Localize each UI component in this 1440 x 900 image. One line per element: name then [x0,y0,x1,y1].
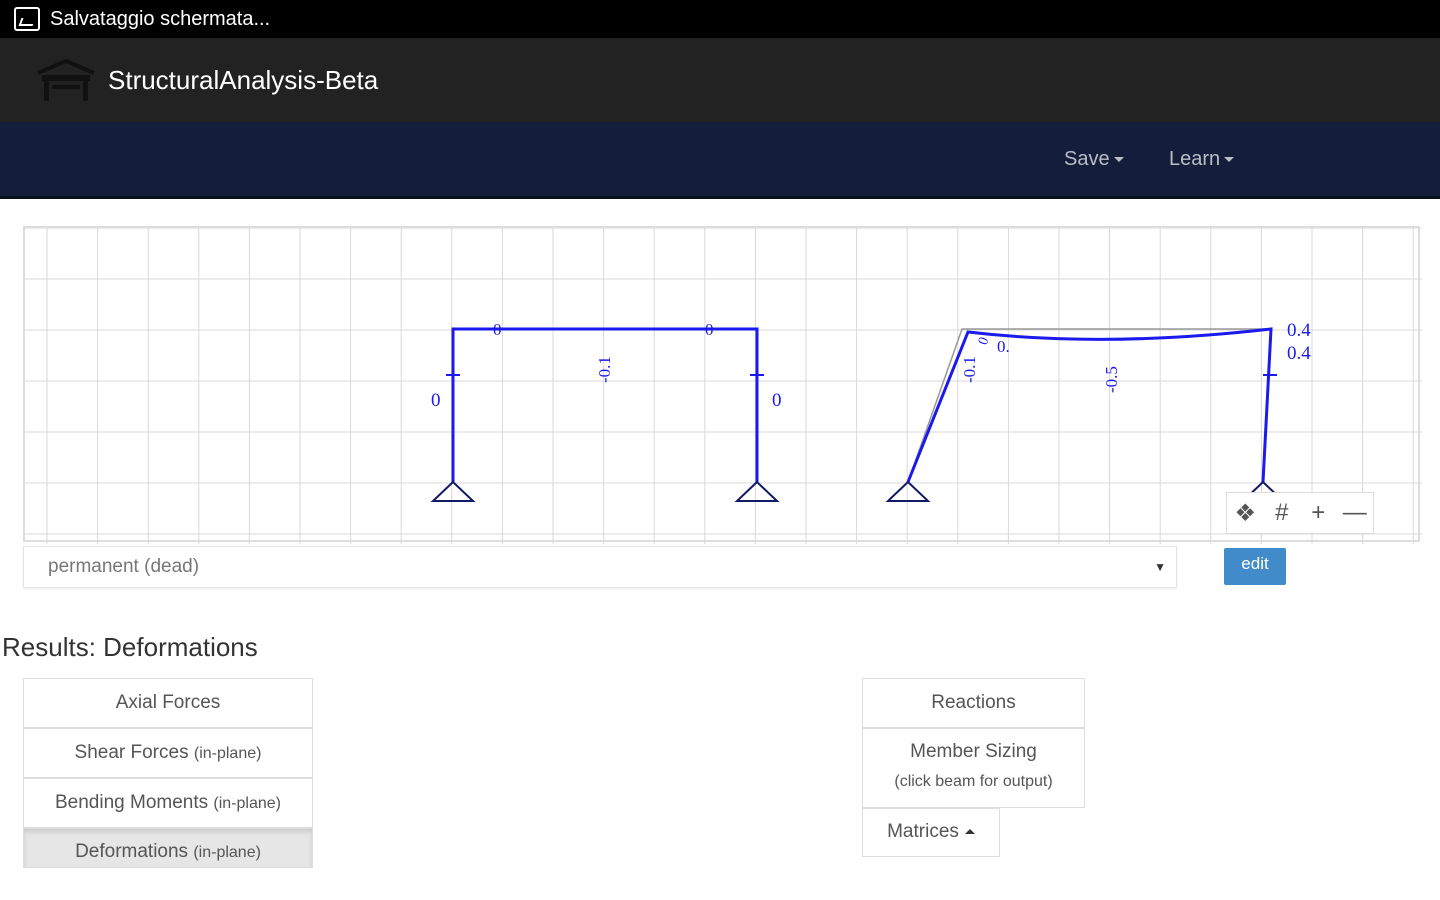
chevron-down-icon [1113,157,1124,163]
button-sublabel: (in-plane) [193,745,262,762]
grid-icon[interactable]: # [1267,499,1297,527]
nav-bar: Save Learn [0,122,1440,199]
top-right-label-2: 0.4 [1287,343,1311,364]
beam-label: -0.1 [595,356,614,383]
learn-menu[interactable]: Learn [1169,148,1235,171]
button-sublabel: (click beam for output) [894,773,1053,790]
button-label: Reactions [931,692,1016,713]
load-case-select[interactable]: permanent (dead) ▼ [23,546,1177,588]
chevron-down-icon [1224,157,1235,163]
load-case-value: permanent (dead) [48,556,200,577]
button-label: Member Sizing [910,741,1037,762]
node-label: 0. [997,337,1010,356]
support-triangle-icon [734,480,780,502]
support-triangle-icon [885,480,931,502]
dropdown-arrow-icon: ▼ [1154,560,1166,574]
app-title: StructuralAnalysis-Beta [108,64,379,95]
button-label: Shear Forces [74,742,189,763]
node-small-label: 0 [974,335,990,347]
edit-button[interactable]: edit [1224,548,1286,585]
bending-moments-button[interactable]: Bending Moments (in-plane) [23,778,313,828]
button-label: Matrices [887,821,959,842]
structure-canvas[interactable]: 0 0 0 0 -0.1 -0.1 -0.5 0. 0 0.4 0.4 [23,226,1422,544]
button-label: Deformations [75,841,189,862]
right-frame[interactable]: -0.1 -0.5 0. 0 0.4 0.4 [885,320,1311,502]
canvas-toolbox: ❖ # + — [1226,492,1374,534]
structure-diagram[interactable]: 0 0 0 0 -0.1 -0.1 -0.5 0. 0 0.4 0.4 [25,228,1422,544]
app-logo-icon [37,58,95,101]
left-node-label: 0 [493,320,502,339]
left-frame[interactable]: 0 0 0 0 -0.1 [430,320,782,502]
right-beam-label: -0.5 [1102,366,1121,393]
zoom-out-icon[interactable]: — [1340,499,1370,527]
deformed-shape[interactable] [906,327,1273,483]
left-col-label: 0 [431,390,441,411]
left-frame-members[interactable] [451,327,759,482]
axial-forces-button[interactable]: Axial Forces [23,678,313,728]
reactions-button[interactable]: Reactions [862,678,1085,728]
learn-menu-label: Learn [1169,148,1221,170]
button-sublabel: (in-plane) [213,795,282,812]
original-geometry [907,328,1272,483]
button-label: Axial Forces [115,692,221,713]
save-menu[interactable]: Save [1064,148,1124,171]
app-bar: StructuralAnalysis-Beta [0,38,1440,122]
matrices-button[interactable]: Matrices [862,808,1000,857]
right-col-label: -0.1 [960,356,979,383]
button-sublabel: (in-plane) [193,844,261,861]
deformations-button[interactable]: Deformations (in-plane) [23,828,313,868]
results-title: Results: Deformations [2,632,258,662]
zoom-in-icon[interactable]: + [1303,499,1333,527]
button-label: Bending Moments [54,792,209,813]
right-node-label: 0 [705,320,714,339]
top-right-label-1: 0.4 [1287,320,1311,341]
right-col-label: 0 [772,390,782,411]
screenshot-icon [14,7,40,31]
support-triangle-icon [430,480,476,502]
save-menu-label: Save [1064,148,1110,170]
dropbox-icon[interactable]: ❖ [1230,499,1260,528]
chevron-up-icon [964,829,975,835]
grid [25,228,1422,544]
member-sizing-button[interactable]: Member Sizing (click beam for output) [862,728,1085,808]
shear-forces-button[interactable]: Shear Forces (in-plane) [23,728,313,778]
status-text: Salvataggio schermata... [50,7,271,30]
status-bar: Salvataggio schermata... [0,0,1440,38]
